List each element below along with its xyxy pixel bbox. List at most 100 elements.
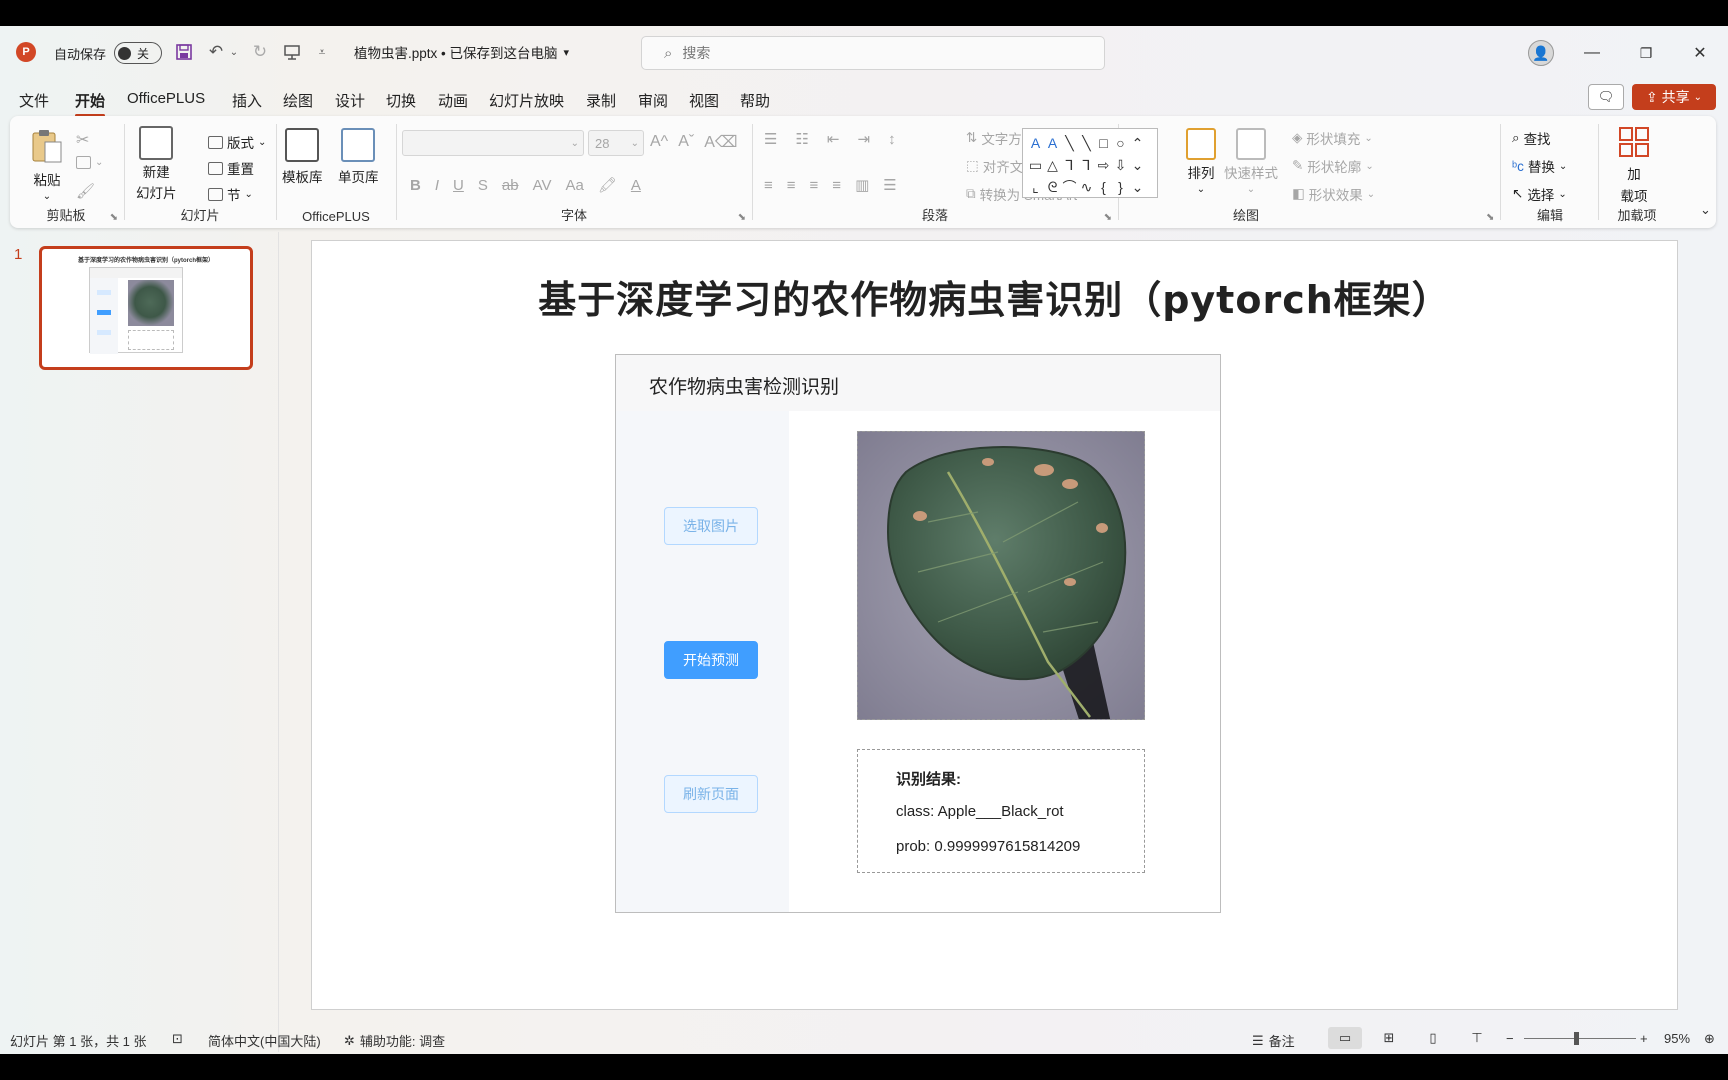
change-case-button[interactable]: Aa [565,177,583,194]
single-page-library-button[interactable]: 单页库 [338,128,379,186]
tab-file[interactable]: 文件 [19,90,49,111]
quick-styles-button[interactable]: 快速样式 ⌄ [1224,128,1278,195]
shape-outline-button[interactable]: ✎ 形状轮廓 ⌄ [1292,156,1374,176]
fit-to-window-icon[interactable]: ⊕ [1704,1031,1715,1047]
save-icon[interactable] [172,40,196,64]
grow-font-icon[interactable]: A^ [650,133,668,151]
tab-animations[interactable]: 动画 [438,90,468,111]
highlight-icon[interactable]: 🖍 [598,176,617,194]
zoom-slider-thumb[interactable] [1574,1032,1579,1045]
slide-title[interactable]: 基于深度学习的农作物病虫害识别（pytorch框架） [312,269,1677,324]
paste-button[interactable]: 粘贴 ⌄ [30,128,64,202]
template-library-button[interactable]: 模板库 [282,128,323,186]
section-button[interactable]: 节 ⌄ [208,184,253,204]
accessibility-button[interactable]: ✲ 辅助功能: 调查 [344,1031,445,1050]
justify-icon[interactable]: ≡ [832,177,841,194]
slide-canvas[interactable]: 基于深度学习的农作物病虫害识别（pytorch框架） 农作物病虫害检测识别 选取… [311,240,1678,1010]
minimize-icon[interactable]: — [1578,40,1606,66]
gallery-scroll-up[interactable]: ⌃ [1129,132,1146,154]
shadow-button[interactable]: S [478,177,488,194]
columns-icon[interactable]: ▥ [855,176,869,194]
gallery-scroll-down[interactable]: ⌄ [1129,154,1146,176]
panel-divider[interactable] [278,232,279,1052]
tab-officeplus[interactable]: OfficePLUS [127,90,205,107]
account-avatar-icon[interactable]: 👤 [1528,40,1554,66]
shape-fill-button[interactable]: ◈ 形状填充 ⌄ [1292,128,1373,148]
strikethrough-button[interactable]: ab [502,177,519,194]
autosave-toggle[interactable]: 关 [114,42,163,64]
autosave-control[interactable]: 自动保存 关 [54,42,163,64]
present-from-start-icon[interactable] [280,40,304,64]
comments-button[interactable]: 🗨 [1588,84,1624,110]
document-title[interactable]: 植物虫害.pptx • 已保存到这台电脑 ▾ [354,42,569,62]
collapse-ribbon-icon[interactable]: ⌄ [1700,202,1711,218]
share-button[interactable]: ⇪ 共享 ⌄ [1632,84,1716,110]
slide-thumbnail[interactable]: 基于深度学习的农作物病虫害识别（pytorch框架） [39,246,253,370]
underline-button[interactable]: U [453,177,464,194]
tab-home[interactable]: 开始 [75,90,106,117]
align-text-button[interactable]: ⬚ 对齐文本 ⌄ [966,156,1049,176]
font-size-combo[interactable]: 28 ⌄ [588,130,644,156]
dialog-launcher-icon[interactable]: ⬊ [1104,212,1112,223]
tab-view[interactable]: 视图 [689,90,719,111]
addins-button[interactable]: 加 载项 [1618,126,1650,205]
tab-help[interactable]: 帮助 [740,90,770,111]
restore-icon[interactable]: ❐ [1632,40,1660,66]
tab-review[interactable]: 审阅 [638,90,668,111]
arrange-button[interactable]: 排列 ⌄ [1186,128,1216,195]
italic-button[interactable]: I [435,177,439,194]
character-spacing-button[interactable]: AV [533,177,552,194]
replace-button[interactable]: ᵇc 替换 ⌄ [1512,156,1567,176]
select-button[interactable]: ↖ 选择 ⌄ [1512,184,1567,204]
shape-effects-button[interactable]: ◧ 形状效果 ⌄ [1292,184,1375,204]
dialog-launcher-icon[interactable]: ⬊ [110,212,118,223]
search-box[interactable]: ⌕ 搜索 [641,36,1105,70]
gallery-more[interactable]: ⌄ [1129,176,1146,198]
language-indicator[interactable]: 简体中文(中国大陆) [208,1031,321,1050]
customize-qat-icon[interactable]: ⩡ [310,40,334,64]
cut-icon[interactable]: ✂ [76,130,89,150]
smartart-button[interactable]: ⧉ 转换为 SmartArt ⌄ [966,184,1090,204]
clear-formatting-icon[interactable]: A⌫ [704,132,737,152]
increase-indent-icon[interactable]: ⇥ [857,130,870,148]
slide-info[interactable]: 幻灯片 第 1 张，共 1 张 [10,1031,147,1050]
find-button[interactable]: ⌕ 查找 [1512,128,1551,148]
shrink-font-icon[interactable]: Aˇ [678,133,694,151]
font-color-button[interactable]: A [631,177,641,194]
tab-design[interactable]: 设计 [335,90,365,111]
select-image-button[interactable]: 选取图片 [664,507,758,545]
normal-view-icon[interactable]: ▭ [1328,1027,1362,1049]
copy-icon[interactable]: ⌄ [76,156,103,169]
slideshow-icon[interactable]: ⊤ [1460,1027,1494,1049]
reset-button[interactable]: 重置 [208,158,254,178]
bold-button[interactable]: B [410,177,421,194]
start-predict-button[interactable]: 开始预测 [664,641,758,679]
bullets-icon[interactable]: ☰ [764,130,777,148]
zoom-level[interactable]: 95% [1664,1031,1690,1046]
tab-slideshow[interactable]: 幻灯片放映 [489,90,564,111]
close-icon[interactable]: ✕ [1686,40,1714,66]
refresh-page-button[interactable]: 刷新页面 [664,775,758,813]
dialog-launcher-icon[interactable]: ⬊ [738,212,746,223]
tab-record[interactable]: 录制 [586,90,616,111]
align-left-icon[interactable]: ≡ [764,177,773,194]
align-right-icon[interactable]: ≡ [810,177,819,194]
text-direction-button[interactable]: ⇅ 文字方向 ⌄ [966,128,1048,148]
dialog-launcher-icon[interactable]: ⬊ [1486,212,1494,223]
tab-transitions[interactable]: 切换 [386,90,416,111]
font-family-combo[interactable]: ⌄ [402,130,584,156]
slide-sorter-icon[interactable]: ⊞ [1372,1027,1406,1049]
format-painter-icon[interactable]: 🖌 [76,182,95,200]
tab-insert[interactable]: 插入 [232,90,262,111]
notes-button[interactable]: ☰ 备注 [1252,1031,1295,1050]
zoom-slider-track[interactable] [1524,1038,1636,1039]
line-spacing-icon[interactable]: ↕ [888,131,896,148]
numbering-icon[interactable]: ☷ [795,130,808,148]
redo-icon[interactable]: ↻ [248,40,272,64]
zoom-in-icon[interactable]: + [1640,1031,1648,1046]
tab-draw[interactable]: 绘图 [283,90,313,111]
undo-dropdown-icon[interactable]: ⌄ [222,40,246,64]
layout-button[interactable]: 版式 ⌄ [208,132,266,152]
align-center-icon[interactable]: ≡ [787,177,796,194]
new-slide-button[interactable]: 新建 幻灯片 [136,126,177,202]
